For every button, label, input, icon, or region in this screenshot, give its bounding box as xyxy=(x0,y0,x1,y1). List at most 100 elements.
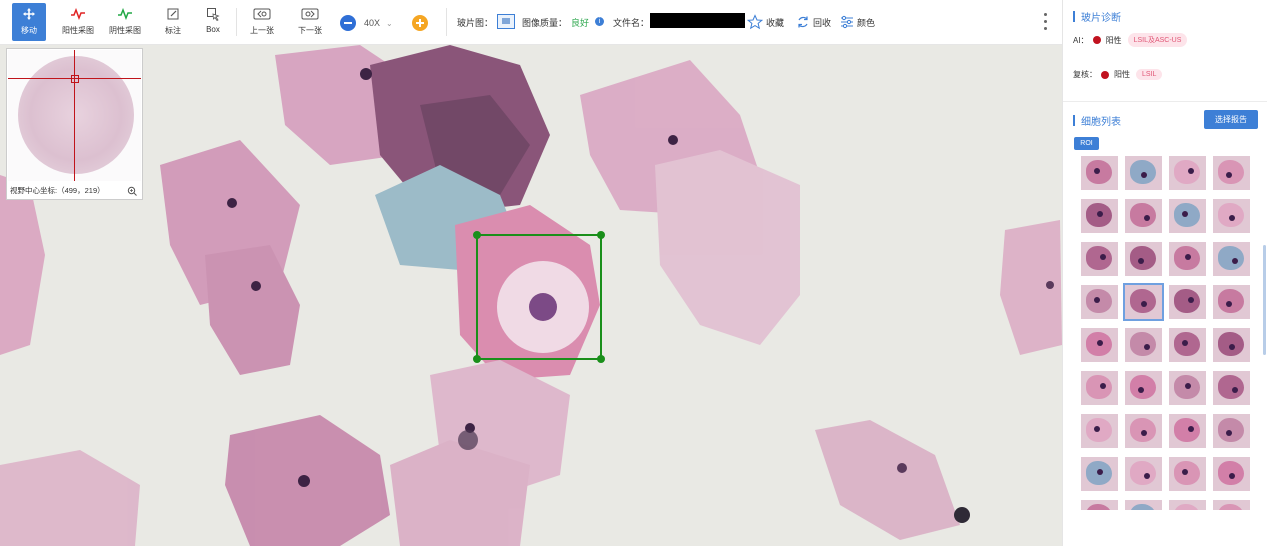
cell-thumbnail[interactable] xyxy=(1081,199,1118,233)
scrollbar-thumb[interactable] xyxy=(1263,245,1266,355)
zoom-out-button[interactable] xyxy=(340,15,356,31)
roi-box[interactable] xyxy=(473,231,605,363)
favorite-button[interactable]: 收藏 xyxy=(747,12,797,32)
color-button[interactable]: 颜色 xyxy=(840,12,880,32)
cell-thumbnail[interactable] xyxy=(1169,199,1206,233)
cell-thumbnail-grid xyxy=(1081,156,1251,510)
pointer-box-icon xyxy=(206,3,220,25)
positive-dot-icon xyxy=(1092,36,1101,44)
cell-thumbnail[interactable] xyxy=(1125,457,1162,491)
positive-dot-icon xyxy=(1101,70,1109,79)
review-label: 复核： xyxy=(1073,70,1097,79)
cell-thumbnail[interactable] xyxy=(1081,328,1118,362)
minus-icon xyxy=(344,22,352,24)
recycle-button[interactable]: 回收 xyxy=(796,12,836,32)
zoom-value: 40X xyxy=(364,18,381,28)
roi-handle[interactable] xyxy=(473,231,481,239)
cell-thumbnail[interactable] xyxy=(1169,156,1206,190)
pulse-green-icon xyxy=(117,3,133,25)
negative-sample-label: 阴性采图 xyxy=(109,26,141,35)
move-button[interactable]: 移动 xyxy=(12,3,46,41)
zoom-in-button[interactable] xyxy=(412,15,428,31)
zoom-locate-icon[interactable] xyxy=(127,183,137,196)
slide-overview xyxy=(18,56,134,174)
recycle-label: 回收 xyxy=(813,17,832,28)
recycle-icon xyxy=(798,16,808,28)
cell-thumbnail[interactable] xyxy=(1081,285,1118,319)
toolbar-divider xyxy=(236,8,237,36)
cell-thumbnail[interactable] xyxy=(1169,414,1206,448)
review-tag: LSIL xyxy=(1136,69,1163,80)
cell-thumbnail[interactable] xyxy=(1213,328,1250,362)
roi-handle[interactable] xyxy=(473,355,481,363)
cell-thumbnail[interactable] xyxy=(1213,242,1250,276)
viewport-marker xyxy=(71,75,79,83)
favorite-label: 收藏 xyxy=(766,17,785,28)
cell-thumbnail[interactable] xyxy=(1081,414,1118,448)
cell-thumbnail[interactable] xyxy=(1169,328,1206,362)
cell-thumbnail[interactable] xyxy=(1081,500,1118,510)
cell-list-section-title: 细胞列表 xyxy=(1073,113,1121,128)
minimap-view[interactable] xyxy=(8,50,141,181)
cell-thumbnail[interactable] xyxy=(1081,242,1118,276)
roi-handle[interactable] xyxy=(597,231,605,239)
cell-thumbnail[interactable] xyxy=(1213,500,1250,510)
pulse-red-icon xyxy=(70,3,86,25)
cell-thumbnail[interactable] xyxy=(1213,457,1250,491)
cell-thumbnail[interactable] xyxy=(1169,500,1206,510)
cell-thumbnail[interactable] xyxy=(1213,199,1250,233)
cell-thumbnail[interactable] xyxy=(1213,156,1250,190)
select-report-button[interactable]: 选择报告 xyxy=(1204,110,1258,129)
chevron-down-icon: ⌄ xyxy=(386,18,393,28)
slide-viewer[interactable] xyxy=(0,45,1062,546)
cell-list-title: 细胞列表 xyxy=(1081,117,1121,128)
edit-icon xyxy=(166,3,180,25)
cell-thumbnail[interactable] xyxy=(1213,285,1250,319)
color-label: 颜色 xyxy=(857,17,876,28)
cell-thumbnail[interactable] xyxy=(1081,371,1118,405)
next-image-button[interactable]: 下一张 xyxy=(294,3,326,41)
toolbar-divider xyxy=(446,8,447,36)
cell-thumbnail[interactable] xyxy=(1125,199,1162,233)
quality-value: 良好 xyxy=(571,18,590,28)
cell-thumbnail[interactable] xyxy=(1169,285,1206,319)
cell-thumbnail[interactable] xyxy=(1125,371,1162,405)
filename-label: 文件名： xyxy=(613,18,650,28)
cell-thumbnail[interactable] xyxy=(1125,242,1162,276)
roi-handle[interactable] xyxy=(597,355,605,363)
info-icon[interactable]: i xyxy=(595,17,604,26)
diagnosis-title: 玻片诊断 xyxy=(1081,13,1121,24)
sliders-icon xyxy=(841,15,853,29)
annotate-button[interactable]: 标注 xyxy=(160,3,186,41)
cell-thumbnail[interactable] xyxy=(1169,242,1206,276)
cell-thumbnail[interactable] xyxy=(1081,457,1118,491)
prev-image-button[interactable]: 上一张 xyxy=(246,3,278,41)
annotate-label: 标注 xyxy=(165,26,181,35)
cell-thumbnail[interactable] xyxy=(1123,283,1164,321)
prev-icon xyxy=(253,3,271,25)
roi-tab[interactable]: ROI xyxy=(1074,137,1099,150)
right-sidebar: 玻片诊断 AI： 阳性 LSIL及ASC-US 复核： 阳性 LSIL 细胞列表… xyxy=(1062,0,1267,546)
cell-thumbnail[interactable] xyxy=(1213,371,1250,405)
positive-sample-label: 阳性采图 xyxy=(62,26,94,35)
cell-thumbnail[interactable] xyxy=(1081,156,1118,190)
more-vertical-icon[interactable] xyxy=(1042,11,1050,33)
view-center-coords: 视野中心坐标:（499，219） xyxy=(10,186,105,195)
ai-result: 阳性 xyxy=(1105,35,1122,45)
minimap[interactable]: 视野中心坐标:（499，219） xyxy=(6,48,143,200)
negative-sample-button[interactable]: 阴性采图 xyxy=(105,3,145,41)
cell-thumbnail[interactable] xyxy=(1125,500,1162,510)
ai-diagnosis-row: AI： 阳性 LSIL及ASC-US xyxy=(1073,33,1188,47)
zoom-select[interactable]: 40X ⌄ xyxy=(364,15,404,31)
slide-thumbnail-icon[interactable] xyxy=(497,14,515,29)
review-result: 阳性 xyxy=(1114,70,1130,79)
cell-thumbnail[interactable] xyxy=(1169,457,1206,491)
positive-sample-button[interactable]: 阳性采图 xyxy=(58,3,98,41)
ai-label: AI： xyxy=(1073,35,1089,45)
cell-thumbnail[interactable] xyxy=(1125,328,1162,362)
cell-thumbnail[interactable] xyxy=(1125,156,1162,190)
cell-thumbnail[interactable] xyxy=(1169,371,1206,405)
box-button[interactable]: Box xyxy=(200,3,226,41)
cell-thumbnail[interactable] xyxy=(1125,414,1162,448)
cell-thumbnail[interactable] xyxy=(1213,414,1250,448)
